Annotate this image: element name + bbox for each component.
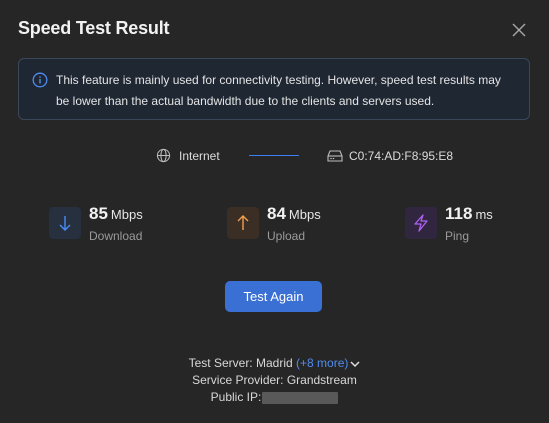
test-server-label: Test Server: Madrid — [188, 356, 293, 370]
info-icon — [32, 72, 48, 88]
download-value: 85 Mbps — [89, 204, 143, 224]
test-details: Test Server: Madrid (+8 more) Service Pr… — [0, 355, 549, 406]
speed-test-dialog: Speed Test Result This feature is mainly… — [0, 0, 549, 423]
device-mac-label: C0:74:AD:F8:95:E8 — [349, 149, 454, 163]
download-arrow-icon — [49, 207, 81, 239]
download-label: Download — [89, 229, 143, 243]
upload-value: 84 Mbps — [267, 204, 321, 224]
ping-label: Ping — [445, 229, 470, 243]
globe-icon — [156, 148, 171, 163]
upload-arrow-icon — [227, 207, 259, 239]
dialog-title: Speed Test Result — [18, 18, 170, 38]
test-server-line: Test Server: Madrid (+8 more) — [0, 355, 549, 372]
connection-line — [249, 155, 299, 156]
network-path: Internet C0:74:AD:F8:95:E8 — [0, 147, 549, 165]
public-ip-line: Public IP: — [0, 389, 549, 406]
test-again-button[interactable]: Test Again — [225, 281, 322, 312]
download-number: 85 — [89, 204, 108, 223]
info-text: This feature is mainly used for connecti… — [56, 73, 501, 108]
upload-unit: Mbps — [288, 207, 321, 222]
close-icon — [512, 23, 526, 37]
service-provider-line: Service Provider: Grandstream — [192, 373, 357, 387]
download-unit: Mbps — [110, 207, 143, 222]
upload-label: Upload — [267, 229, 306, 243]
router-icon — [327, 150, 343, 162]
internet-label: Internet — [179, 149, 220, 163]
ping-number: 118 — [445, 204, 473, 223]
upload-number: 84 — [267, 204, 286, 223]
close-button[interactable] — [508, 19, 530, 41]
ping-value: 118 ms — [445, 204, 493, 224]
chevron-down-icon[interactable] — [350, 360, 360, 368]
info-notice: This feature is mainly used for connecti… — [18, 58, 530, 120]
public-ip-label: Public IP: — [210, 390, 262, 404]
redacted-ip-mask — [262, 391, 339, 404]
ping-unit: ms — [475, 207, 493, 222]
more-servers-link[interactable]: (+8 more) — [296, 356, 348, 370]
lightning-icon — [405, 207, 437, 239]
